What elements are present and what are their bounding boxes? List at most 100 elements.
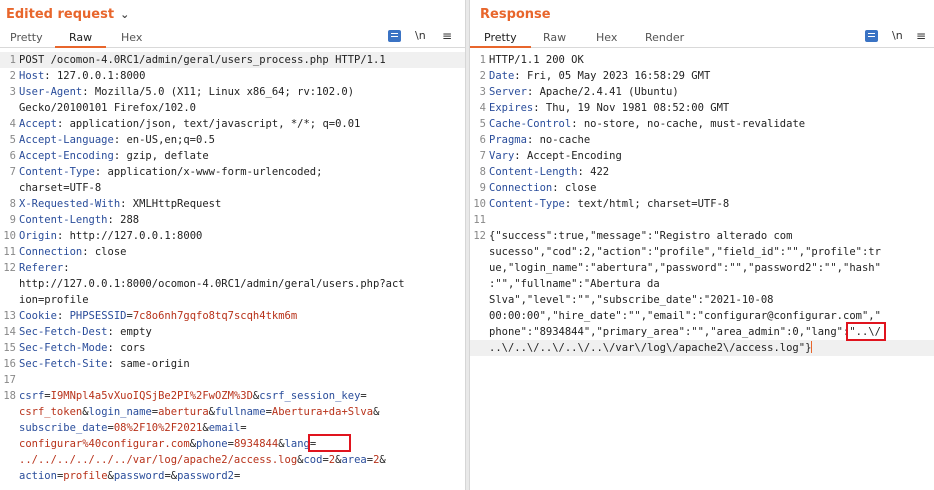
- text-token: : gzip, deflate: [113, 150, 209, 162]
- line-number: [470, 260, 489, 276]
- code-line: action=profile&password=&password2=: [0, 468, 465, 484]
- code-line: 2 Host: 127.0.0.1:8000: [0, 68, 465, 84]
- line-text: POST /ocomon-4.0RC1/admin/geral/users_pr…: [19, 52, 386, 68]
- line-text: Gecko/20100101 Firefox/102.0: [19, 100, 196, 116]
- line-number: 2: [9, 70, 16, 82]
- line-text: Slva","level":"","subscribe_date":"2021-…: [489, 292, 773, 308]
- line-number: 6: [479, 134, 486, 146]
- key-token: password: [113, 470, 165, 482]
- key-token: phone: [196, 438, 228, 450]
- line-number: 16: [3, 358, 16, 370]
- line-number: [470, 276, 489, 292]
- line-number: 2: [479, 70, 486, 82]
- text-token: =: [240, 422, 247, 434]
- tab-raw[interactable]: Raw: [54, 31, 107, 48]
- line-number: [470, 340, 489, 356]
- request-editor[interactable]: 1 POST /ocomon-4.0RC1/admin/geral/users_p…: [0, 52, 465, 484]
- value-token: abertura: [158, 406, 209, 418]
- tab-raw[interactable]: Raw: [543, 31, 566, 44]
- line-number: 7: [479, 150, 486, 162]
- value-token: profile: [63, 470, 108, 482]
- code-line: http://127.0.0.1:8000/ocomon-4.0RC1/admi…: [0, 276, 465, 292]
- line-text: Content-Length: 288: [19, 212, 139, 228]
- line-text: Accept-Encoding: gzip, deflate: [19, 148, 209, 164]
- tab-pretty[interactable]: Pretty: [10, 31, 43, 44]
- line-text: charset=UTF-8: [19, 180, 101, 196]
- key-token: Expires: [489, 102, 534, 114]
- code-line: 11 Connection: close: [0, 244, 465, 260]
- text-token: : Apache/2.4.41 (Ubuntu): [526, 86, 679, 98]
- text-token: 00:00:00","hire_date":"","email":"config…: [489, 310, 881, 322]
- tab-hex[interactable]: Hex: [121, 31, 142, 44]
- menu-icon[interactable]: ≡: [916, 29, 926, 43]
- key-token: login_name: [88, 406, 152, 418]
- highlight-box-lang-key: [846, 322, 886, 341]
- key-token: Date: [489, 70, 515, 82]
- value-token: 7c8o6nh7gqfo8tq7scqh4tkm6m: [132, 310, 298, 322]
- line-text: csrf=I9MNpl4a5vXuoIQSjBe2PI%2FwOZM%3D&cs…: [19, 388, 367, 404]
- code-line: 12 Referer:: [0, 260, 465, 276]
- menu-icon[interactable]: ≡: [442, 29, 452, 43]
- text-token: &: [379, 454, 386, 466]
- response-title: Response: [480, 7, 551, 22]
- tab-hex[interactable]: Hex: [596, 31, 617, 44]
- code-line: ue,"login_name":"abertura","password":""…: [470, 260, 934, 276]
- line-number: [0, 468, 19, 484]
- key-token: lang: [284, 438, 310, 450]
- line-number: [0, 180, 19, 196]
- key-token: password2: [177, 470, 234, 482]
- value-token: I9MNpl4a5vXuoIQSjBe2PI%2FwOZM%3D: [50, 390, 253, 402]
- chevron-down-icon[interactable]: ⌄: [120, 8, 129, 21]
- text-token: : close: [552, 182, 597, 194]
- word-wrap-icon[interactable]: [865, 30, 878, 42]
- line-number: 8: [479, 166, 486, 178]
- line-text: http://127.0.0.1:8000/ocomon-4.0RC1/admi…: [19, 276, 405, 292]
- line-number: 9: [479, 182, 486, 194]
- line-text: X-Requested-With: XMLHttpRequest: [19, 196, 221, 212]
- response-pane: Response Pretty Raw Hex Render \n ≡ 1 HTT…: [470, 0, 934, 490]
- line-text: Connection: close: [489, 180, 596, 196]
- key-token: Connection: [19, 246, 83, 258]
- line-text: Sec-Fetch-Site: same-origin: [19, 356, 190, 372]
- line-number: 1: [479, 54, 486, 66]
- highlight-box-lang-param: [308, 434, 351, 452]
- code-line: 4 Expires: Thu, 19 Nov 1981 08:52:00 GMT: [470, 100, 934, 116]
- tab-pretty[interactable]: Pretty: [470, 31, 531, 48]
- line-text: Cookie: PHPSESSID=7c8o6nh7gqfo8tq7scqh4t…: [19, 308, 297, 324]
- line-text: Content-Length: 422: [489, 164, 609, 180]
- text-token: : cors: [107, 342, 146, 354]
- key-token: csrf: [19, 390, 45, 402]
- code-line: 1 POST /ocomon-4.0RC1/admin/geral/users_p…: [0, 52, 465, 68]
- response-viewer[interactable]: 1 HTTP/1.1 200 OK 2 Date: Fri, 05 May 2023 …: [470, 52, 934, 356]
- key-token: Content-Length: [19, 214, 108, 226]
- line-number: 9: [9, 214, 16, 226]
- value-token: Abertura+da+Slva: [271, 406, 374, 418]
- key-token: csrf_session_key: [259, 390, 361, 402]
- tab-render[interactable]: Render: [645, 31, 684, 44]
- newline-toggle[interactable]: \n: [415, 29, 426, 42]
- key-token: Accept-Encoding: [19, 150, 114, 162]
- word-wrap-icon[interactable]: [388, 30, 401, 42]
- text-token: ..\/..\/..\/..\/..\/var\/log\/apache2\/a…: [489, 342, 812, 354]
- text-token: : application/x-www-form-urlencoded;: [94, 166, 323, 178]
- line-text: Sec-Fetch-Dest: empty: [19, 324, 152, 340]
- code-line: Slva","level":"","subscribe_date":"2021-…: [470, 292, 934, 308]
- key-token: Content-Length: [489, 166, 578, 178]
- code-line: 4 Accept: application/json, text/javascri…: [0, 116, 465, 132]
- newline-toggle[interactable]: \n: [892, 29, 903, 42]
- text-token: =&: [164, 470, 178, 482]
- key-token: PHPSESSID: [69, 310, 127, 322]
- line-number: 12: [473, 230, 486, 242]
- key-token: Cookie: [19, 310, 57, 322]
- key-token: Accept-Language: [19, 134, 114, 146]
- code-line: 3 User-Agent: Mozilla/5.0 (X11; Linux x86…: [0, 84, 465, 100]
- request-title[interactable]: Edited request ⌄: [6, 7, 129, 22]
- line-number: 3: [9, 86, 16, 98]
- line-text: 00:00:00","hire_date":"","email":"config…: [489, 308, 881, 324]
- key-token: Accept: [19, 118, 57, 130]
- code-line: 16 Sec-Fetch-Site: same-origin: [0, 356, 465, 372]
- code-line: 8 Content-Length: 422: [470, 164, 934, 180]
- line-number: 10: [473, 198, 486, 210]
- line-text: Origin: http://127.0.0.1:8000: [19, 228, 202, 244]
- value-token: 08%2F10%2F2021: [113, 422, 203, 434]
